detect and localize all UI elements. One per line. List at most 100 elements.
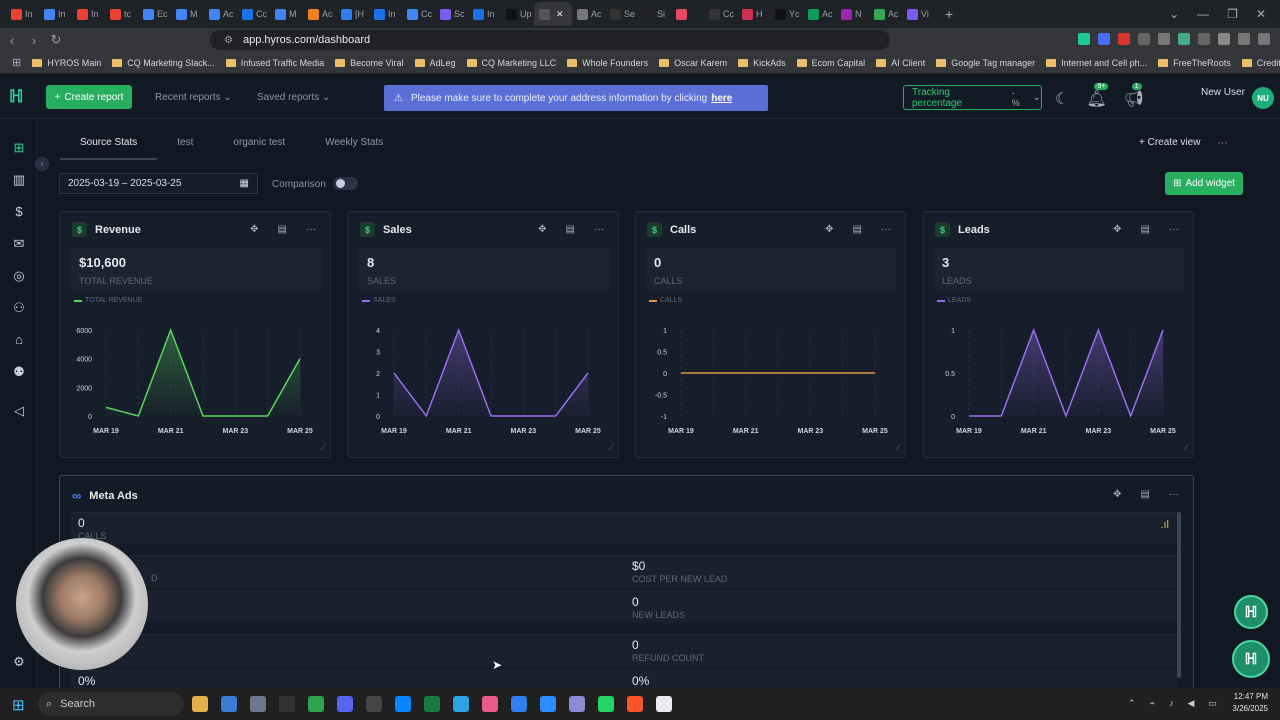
extension-icon[interactable] — [1118, 33, 1130, 45]
tab-search-icon[interactable]: ⌄ — [1169, 7, 1179, 21]
settings-icon[interactable] — [250, 696, 266, 712]
announcement-megaphone-icon[interactable]: 📢︎ 1 — [1124, 83, 1144, 109]
browser-tab[interactable]: Cc — [237, 2, 270, 26]
browser-tab[interactable]: N — [836, 2, 869, 26]
hyros-chat-icon[interactable]: ℍ — [1232, 640, 1270, 678]
dashboard-grid-icon[interactable]: ⊞ — [11, 140, 27, 156]
file-explorer-icon[interactable] — [192, 696, 208, 712]
more-options-icon[interactable]: ··· — [1169, 224, 1179, 235]
tab-test[interactable]: test — [157, 130, 213, 160]
extension-icon[interactable] — [1138, 33, 1150, 45]
bookmark-item[interactable]: Ecom Capital — [796, 58, 865, 68]
extension-icon[interactable] — [1078, 33, 1090, 45]
move-icon[interactable]: ✥ — [1113, 224, 1121, 235]
browser-tab[interactable]: In — [72, 2, 105, 26]
zoom-icon[interactable] — [540, 696, 556, 712]
brave-icon[interactable] — [627, 696, 643, 712]
profile-icon[interactable] — [1258, 33, 1270, 45]
report-icon[interactable]: ▤ — [566, 224, 575, 235]
more-options-icon[interactable]: ··· — [881, 224, 891, 235]
create-view-button[interactable]: + Create view — [1139, 137, 1200, 148]
move-icon[interactable]: ✥ — [1113, 489, 1121, 500]
tab-organic-test[interactable]: organic test — [213, 130, 305, 160]
browser-tab[interactable]: Cc — [704, 2, 737, 26]
more-options-icon[interactable]: ··· — [306, 224, 316, 235]
browser-tab[interactable]: Ac — [572, 2, 605, 26]
bookmark-item[interactable]: CQ Marketing LLC — [466, 58, 556, 68]
target-icon[interactable]: ◎ — [11, 268, 27, 284]
bookmark-item[interactable]: KickAds — [738, 58, 786, 68]
microphone-icon[interactable]: ♪ — [1169, 698, 1174, 709]
recent-reports-dropdown[interactable]: Recent reports ⌄ — [155, 92, 232, 103]
bookmark-item[interactable]: Become Viral — [335, 58, 404, 68]
bookmark-item[interactable]: AI Client — [876, 58, 925, 68]
browser-tab[interactable]: Si — [638, 2, 671, 26]
bar-chart-icon[interactable]: .ıl — [1160, 519, 1169, 531]
widget-scrollbar[interactable] — [1177, 512, 1181, 678]
browser-tab[interactable]: [H — [336, 2, 369, 26]
tracking-percentage-dropdown[interactable]: Tracking percentage -% ⌄ — [903, 85, 1042, 110]
chevron-up-icon[interactable]: ⌃ — [1128, 698, 1136, 709]
sidebar-expand-icon[interactable]: › — [35, 157, 49, 171]
browser-tab[interactable]: In — [39, 2, 72, 26]
browser-tab[interactable]: tc — [105, 2, 138, 26]
sales-dollar-icon[interactable]: $ — [11, 204, 27, 220]
reports-chart-icon[interactable]: ▥ — [11, 172, 27, 188]
epic-games-icon[interactable] — [279, 696, 295, 712]
app-icon[interactable] — [482, 696, 498, 712]
browser-tab[interactable]: Sc — [435, 2, 468, 26]
tab-weekly-stats[interactable]: Weekly Stats — [305, 130, 403, 160]
browser-tab[interactable]: Ac — [869, 2, 902, 26]
extension-icon[interactable] — [1198, 33, 1210, 45]
browser-tab[interactable]: Vi — [902, 2, 935, 26]
browser-tab[interactable]: Ec — [138, 2, 171, 26]
browser-tab[interactable] — [671, 2, 704, 26]
bookmark-item[interactable]: Credit — [1241, 58, 1280, 68]
browser-tab[interactable]: Up — [501, 2, 534, 26]
more-options-icon[interactable]: ··· — [594, 224, 604, 235]
url-field[interactable]: ⚙ app.hyros.com/dashboard — [210, 30, 890, 50]
app-icon[interactable] — [337, 696, 353, 712]
calculator-icon[interactable] — [221, 696, 237, 712]
app-icon[interactable] — [366, 696, 382, 712]
browser-tab[interactable]: M — [171, 2, 204, 26]
extensions-puzzle-icon[interactable] — [1218, 33, 1230, 45]
maximize-button[interactable]: ❐ — [1227, 7, 1238, 21]
avatar[interactable]: NU — [1252, 87, 1274, 109]
windows-start-icon[interactable]: ⊞ — [12, 696, 25, 714]
bookmark-item[interactable]: Oscar Karem — [659, 58, 727, 68]
minimize-button[interactable]: — — [1197, 7, 1209, 21]
more-options-icon[interactable]: ··· — [1169, 489, 1179, 500]
close-window-button[interactable]: ✕ — [1256, 7, 1266, 21]
new-tab-button[interactable]: + — [945, 6, 953, 22]
move-icon[interactable]: ✥ — [250, 224, 258, 235]
comparison-toggle[interactable] — [333, 177, 358, 190]
site-info-icon[interactable]: ⚙ — [224, 35, 233, 46]
back-icon[interactable]: ‹ — [2, 33, 22, 48]
apps-grid-icon[interactable]: ⊞ — [12, 56, 21, 69]
browser-tab[interactable]: Ac — [803, 2, 836, 26]
telegram-icon[interactable] — [453, 696, 469, 712]
move-icon[interactable]: ✥ — [825, 224, 833, 235]
bookmark-item[interactable]: Infused Traffic Media — [225, 58, 324, 68]
browser-tab[interactable]: Se — [605, 2, 638, 26]
app-icon[interactable] — [308, 696, 324, 712]
report-icon[interactable]: ▤ — [1141, 224, 1150, 235]
team-icon[interactable]: ⚉ — [11, 364, 27, 380]
more-options-icon[interactable]: ··· — [1217, 137, 1228, 149]
create-report-button[interactable]: + Create report — [46, 85, 132, 109]
move-icon[interactable]: ✥ — [538, 224, 546, 235]
report-icon[interactable]: ▤ — [853, 224, 862, 235]
report-icon[interactable]: ▤ — [1141, 489, 1150, 500]
date-range-picker[interactable]: 2025-03-19 – 2025-03-25 ▦ — [59, 173, 258, 194]
user-name[interactable]: New User — [1201, 87, 1245, 98]
browser-tab[interactable]: Ac — [303, 2, 336, 26]
edge-icon[interactable] — [395, 696, 411, 712]
browser-tab[interactable]: In — [6, 2, 39, 26]
whatsapp-icon[interactable] — [598, 696, 614, 712]
bookmark-item[interactable]: CQ Marketing Slack... — [112, 58, 215, 68]
settings-gear-icon[interactable]: ⚙ — [11, 654, 27, 670]
megaphone-icon[interactable]: ◁ — [11, 403, 27, 419]
hyros-helper-icon[interactable]: ℍ — [1234, 595, 1268, 629]
extension-icon[interactable] — [1158, 33, 1170, 45]
